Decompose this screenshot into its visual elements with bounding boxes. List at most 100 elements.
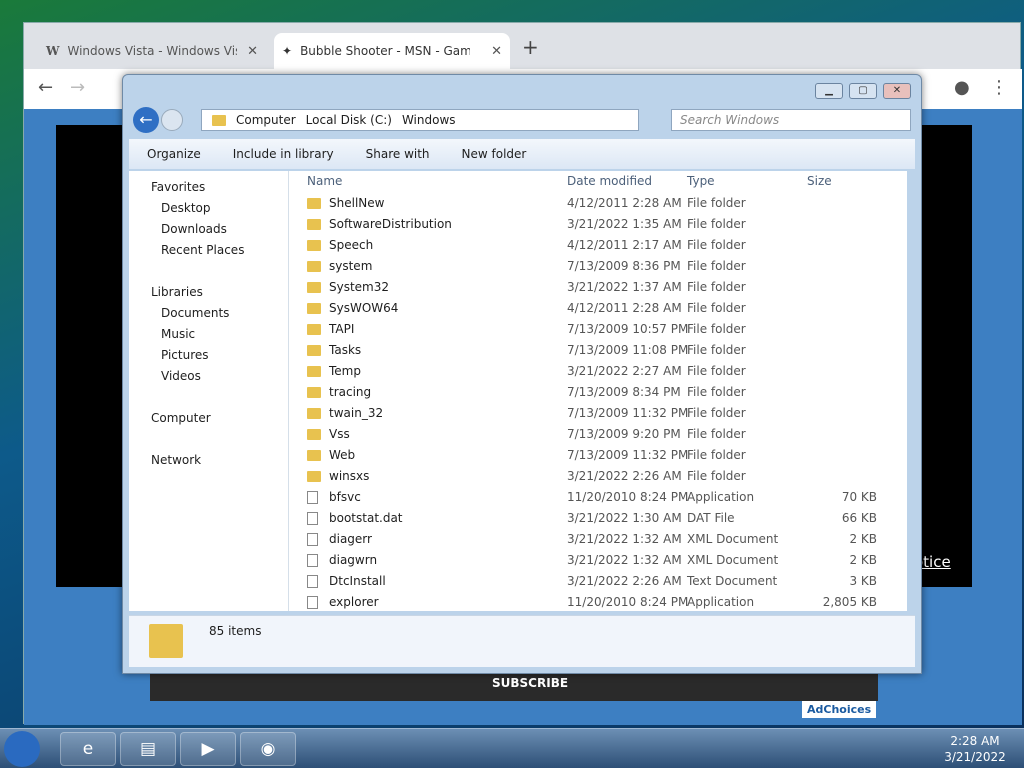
minimize-button[interactable]: ▁: [815, 83, 843, 99]
column-name[interactable]: Name: [307, 171, 342, 191]
file-date: 3/21/2022 1:35 AM: [567, 217, 682, 231]
subscribe-button[interactable]: SUBSCRIBE: [492, 676, 568, 690]
close-tab-icon[interactable]: ✕: [247, 44, 258, 59]
nav-computer[interactable]: Computer: [151, 408, 311, 428]
file-name: SysWOW64: [329, 301, 399, 315]
file-row[interactable]: Speech 4/12/2011 2:17 AM File folder: [289, 235, 895, 256]
nav-favorites[interactable]: Favorites: [151, 177, 311, 197]
file-row[interactable]: ShellNew 4/12/2011 2:28 AM File folder: [289, 193, 895, 214]
include-in-library-menu[interactable]: Include in library: [233, 147, 334, 161]
folder-icon: [307, 240, 321, 251]
folder-icon: [307, 324, 321, 335]
search-input[interactable]: Search Windows: [671, 109, 911, 131]
folder-icon: [212, 114, 226, 126]
share-with-menu[interactable]: Share with: [366, 147, 430, 161]
file-row[interactable]: SoftwareDistribution 3/21/2022 1:35 AM Fil…: [289, 214, 895, 235]
file-row[interactable]: winsxs 3/21/2022 2:26 AM File folder: [289, 466, 895, 487]
column-date-modified[interactable]: Date modified: [567, 171, 652, 191]
file-row[interactable]: bootstat.dat 3/21/2022 1:30 AM DAT File 66 …: [289, 508, 895, 529]
folder-icon: [307, 219, 321, 230]
file-date: 7/13/2009 9:20 PM: [567, 427, 681, 441]
file-date: 7/13/2009 8:36 PM: [567, 259, 681, 273]
tab-title: Bubble Shooter - MSN - Game P: [300, 44, 471, 58]
adchoices-link[interactable]: AdChoices: [802, 701, 877, 718]
file-type: File folder: [687, 469, 746, 483]
address-bar[interactable]: Computer Local Disk (C:) Windows: [201, 109, 639, 131]
folder-icon: [307, 303, 321, 314]
file-row[interactable]: SysWOW64 4/12/2011 2:28 AM File folder: [289, 298, 895, 319]
file-date: 7/13/2009 10:57 PM: [567, 322, 689, 336]
file-row[interactable]: Tasks 7/13/2009 11:08 PM File folder: [289, 340, 895, 361]
file-date: 3/21/2022 1:32 AM: [567, 532, 682, 546]
nav-libraries[interactable]: Libraries: [151, 282, 311, 302]
file-type: File folder: [687, 217, 746, 231]
item-count: 85 items: [209, 624, 262, 638]
file-row[interactable]: DtcInstall 3/21/2022 2:26 AM Text Document…: [289, 571, 895, 592]
new-tab-button[interactable]: +: [522, 35, 539, 59]
start-button[interactable]: [4, 731, 40, 767]
file-row[interactable]: tracing 7/13/2009 8:34 PM File folder: [289, 382, 895, 403]
forward-icon[interactable]: [161, 109, 183, 131]
column-size[interactable]: Size: [807, 171, 832, 191]
file-date: 7/13/2009 11:32 PM: [567, 448, 689, 462]
file-row[interactable]: bfsvc 11/20/2010 8:24 PM Application 70 KB: [289, 487, 895, 508]
close-tab-icon[interactable]: ✕: [491, 44, 502, 59]
file-name: bootstat.dat: [329, 511, 403, 525]
file-icon: [307, 554, 318, 567]
new-folder-button[interactable]: New folder: [462, 147, 527, 161]
breadcrumb-windows[interactable]: Windows: [402, 113, 456, 127]
organize-menu[interactable]: Organize: [147, 147, 201, 161]
nav-network[interactable]: Network: [151, 450, 311, 470]
clock[interactable]: 2:28 AM 3/21/2022: [940, 733, 1010, 765]
file-type: Text Document: [687, 574, 778, 588]
file-row[interactable]: system 7/13/2009 8:36 PM File folder: [289, 256, 895, 277]
tab-windows-vista[interactable]: W Windows Vista - Windows Vista ✕: [38, 33, 266, 69]
file-row[interactable]: twain_32 7/13/2009 11:32 PM File folder: [289, 403, 895, 424]
file-list: Name Date modified Type Size ShellNew 4/1…: [289, 171, 907, 611]
explorer-taskbar-icon[interactable]: ▤: [120, 732, 176, 766]
maximize-button[interactable]: ▢: [849, 83, 877, 99]
menu-icon[interactable]: ⋮: [990, 77, 1008, 98]
file-row[interactable]: Temp 3/21/2022 2:27 AM File folder: [289, 361, 895, 382]
folder-icon: [307, 282, 321, 293]
file-row[interactable]: Vss 7/13/2009 9:20 PM File folder: [289, 424, 895, 445]
file-icon: [307, 575, 318, 588]
file-row[interactable]: diagwrn 3/21/2022 1:32 AM XML Document 2 KB: [289, 550, 895, 571]
profile-icon[interactable]: ●: [954, 77, 970, 98]
back-icon[interactable]: ←: [133, 107, 159, 133]
msn-icon: ✦: [282, 44, 293, 58]
file-row[interactable]: explorer 11/20/2010 8:24 PM Application 2,8…: [289, 592, 895, 611]
back-icon[interactable]: ←: [38, 77, 53, 98]
folder-icon: [307, 387, 321, 398]
file-type: File folder: [687, 364, 746, 378]
media-player-icon[interactable]: ▶: [180, 732, 236, 766]
file-name: ShellNew: [329, 196, 385, 210]
chrome-icon[interactable]: ◉: [240, 732, 296, 766]
tab-bubble-shooter[interactable]: ✦ Bubble Shooter - MSN - Game P ✕: [274, 33, 510, 69]
file-type: XML Document: [687, 532, 779, 546]
file-type: File folder: [687, 280, 746, 294]
breadcrumb-local-disk[interactable]: Local Disk (C:): [306, 113, 392, 127]
file-row[interactable]: TAPI 7/13/2009 10:57 PM File folder: [289, 319, 895, 340]
file-name: diagerr: [329, 532, 372, 546]
file-date: 3/21/2022 1:30 AM: [567, 511, 682, 525]
folder-icon: [307, 471, 321, 482]
file-type: File folder: [687, 301, 746, 315]
internet-explorer-icon[interactable]: e: [60, 732, 116, 766]
file-name: Temp: [329, 364, 361, 378]
file-row[interactable]: Web 7/13/2009 11:32 PM File folder: [289, 445, 895, 466]
file-name: Tasks: [329, 343, 362, 357]
tab-strip: W Windows Vista - Windows Vista ✕ ✦ Bubb…: [24, 23, 1022, 69]
forward-icon[interactable]: →: [70, 77, 85, 98]
file-name: System32: [329, 280, 390, 294]
column-type[interactable]: Type: [687, 171, 715, 191]
file-row[interactable]: System32 3/21/2022 1:37 AM File folder: [289, 277, 895, 298]
file-row[interactable]: diagerr 3/21/2022 1:32 AM XML Document 2 KB: [289, 529, 895, 550]
close-button[interactable]: ✕: [883, 83, 911, 99]
clock-time: 2:28 AM: [950, 734, 1000, 748]
breadcrumb-computer[interactable]: Computer: [236, 113, 296, 127]
file-date: 3/21/2022 2:27 AM: [567, 364, 682, 378]
folder-icon: [307, 450, 321, 461]
file-date: 11/20/2010 8:24 PM: [567, 595, 689, 609]
file-date: 3/21/2022 2:26 AM: [567, 469, 682, 483]
